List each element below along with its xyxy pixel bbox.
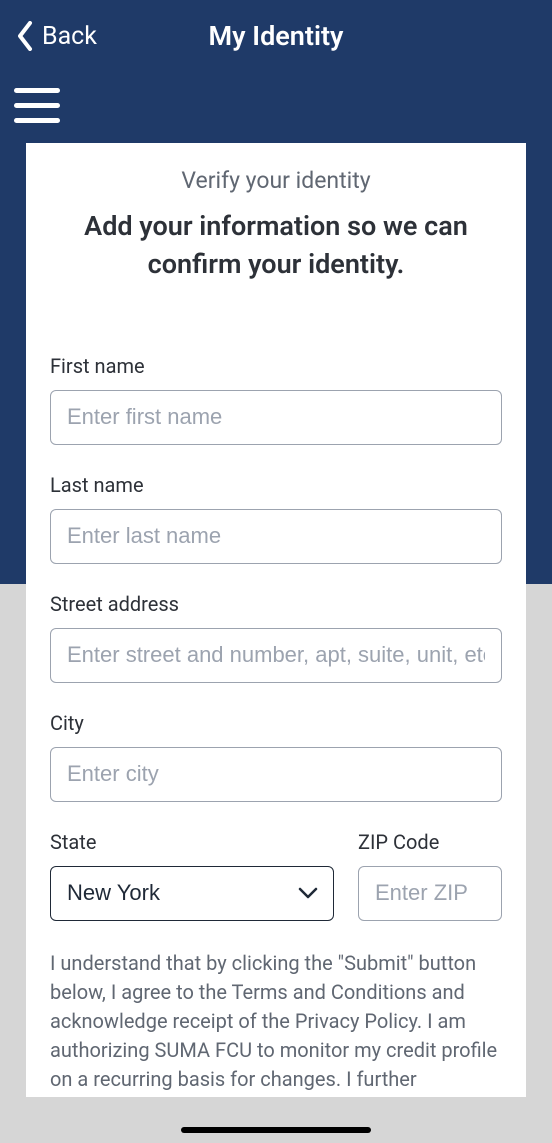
zip-group: ZIP Code bbox=[358, 830, 502, 921]
disclaimer-text: I understand that by clicking the "Submi… bbox=[50, 949, 502, 1097]
card-heading: Add your information so we can confirm y… bbox=[50, 208, 502, 284]
menu-button[interactable] bbox=[14, 88, 60, 123]
city-label: City bbox=[50, 711, 502, 735]
chevron-left-icon bbox=[16, 21, 34, 51]
last-name-input[interactable] bbox=[50, 509, 502, 564]
page-title: My Identity bbox=[209, 20, 344, 52]
back-button[interactable]: Back bbox=[16, 21, 97, 51]
last-name-group: Last name bbox=[50, 473, 502, 564]
state-group: State New York bbox=[50, 830, 334, 921]
hamburger-icon bbox=[14, 103, 60, 108]
back-label: Back bbox=[42, 22, 97, 51]
home-indicator[interactable] bbox=[181, 1127, 371, 1133]
identity-card: Verify your identity Add your informatio… bbox=[26, 143, 526, 1097]
street-address-label: Street address bbox=[50, 592, 502, 616]
state-select[interactable]: New York bbox=[50, 866, 334, 921]
header-bar: Back My Identity bbox=[0, 0, 552, 72]
city-group: City bbox=[50, 711, 502, 802]
street-address-group: Street address bbox=[50, 592, 502, 683]
hamburger-icon bbox=[14, 118, 60, 123]
hamburger-icon bbox=[14, 88, 60, 93]
state-select-wrapper: New York bbox=[50, 866, 334, 921]
card-subtitle: Verify your identity bbox=[50, 167, 502, 194]
state-zip-row: State New York ZIP Code bbox=[50, 830, 502, 921]
first-name-group: First name bbox=[50, 354, 502, 445]
state-selected-value: New York bbox=[67, 880, 160, 906]
last-name-label: Last name bbox=[50, 473, 502, 497]
city-input[interactable] bbox=[50, 747, 502, 802]
state-label: State bbox=[50, 830, 334, 854]
first-name-input[interactable] bbox=[50, 390, 502, 445]
first-name-label: First name bbox=[50, 354, 502, 378]
zip-label: ZIP Code bbox=[358, 830, 502, 854]
street-address-input[interactable] bbox=[50, 628, 502, 683]
zip-input[interactable] bbox=[358, 866, 502, 921]
